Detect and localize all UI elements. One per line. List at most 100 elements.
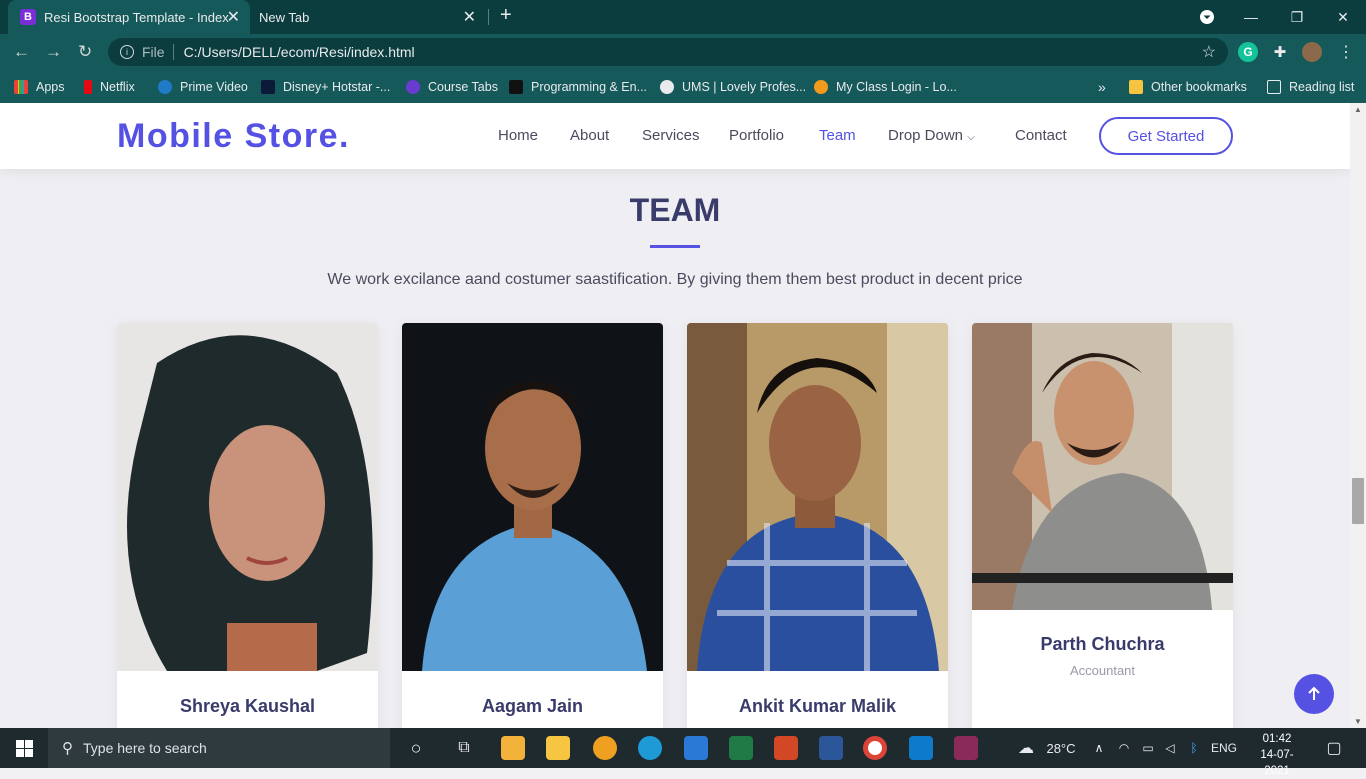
hotstar-icon xyxy=(261,79,275,94)
site-logo[interactable]: Mobile Store. xyxy=(117,117,350,156)
time-label: 01:42 xyxy=(1262,733,1292,745)
start-button[interactable] xyxy=(0,728,48,768)
back-arrow-icon[interactable]: ← xyxy=(13,42,30,62)
notifications-icon[interactable]: ▢ xyxy=(1318,728,1350,768)
reload-icon[interactable]: ↻ xyxy=(78,42,92,62)
close-window-button[interactable]: ✕ xyxy=(1320,0,1366,34)
temperature-label[interactable]: 28°C xyxy=(1044,728,1078,768)
tab-title: Resi Bootstrap Template - Index xyxy=(44,9,229,25)
chevron-down-icon: ⌵ xyxy=(967,132,975,143)
bookmark-apps[interactable]: Apps xyxy=(14,70,65,103)
mail-icon[interactable] xyxy=(684,736,708,760)
store-icon[interactable] xyxy=(501,736,525,760)
profile-avatar[interactable] xyxy=(1302,42,1322,62)
nav-portfolio[interactable]: Portfolio xyxy=(729,127,784,144)
nav-home[interactable]: Home xyxy=(498,127,538,144)
member-name: Shreya Kaushal xyxy=(179,696,316,716)
chrome-icon[interactable] xyxy=(863,736,887,760)
nav-about[interactable]: About xyxy=(570,127,609,144)
task-view-icon[interactable]: ⧉ xyxy=(446,728,482,768)
word-icon[interactable] xyxy=(819,736,843,760)
restore-button[interactable]: ❐ xyxy=(1274,0,1320,34)
prime-video-icon xyxy=(158,79,172,94)
team-card: Ankit Kumar Malik xyxy=(687,323,948,728)
bookmark-my-class[interactable]: My Class Login - Lo... xyxy=(814,70,957,103)
nav-services[interactable]: Services xyxy=(642,127,700,144)
bookmark-ums[interactable]: UMS | Lovely Profes... xyxy=(660,70,806,103)
page-scrollbar[interactable]: ▲ ▼ xyxy=(1350,103,1366,728)
team-member-photo xyxy=(687,323,948,671)
scrollbar-thumb[interactable] xyxy=(1352,478,1364,524)
tab-resi[interactable]: B Resi Bootstrap Template - Index ✕ xyxy=(8,0,250,34)
scroll-down-arrow-icon[interactable]: ▼ xyxy=(1354,717,1362,726)
volume-icon[interactable]: ◁ xyxy=(1160,728,1180,768)
show-hidden-icons-chevron-icon[interactable]: ∧ xyxy=(1088,728,1110,768)
windows-taskbar: ⚲ Type here to search ○ ⧉ ☁ 28°C ∧ ◠ ▭ ◁… xyxy=(0,728,1366,777)
clock[interactable]: 01:42 14-07-2021 xyxy=(1248,731,1306,779)
language-indicator[interactable]: ENG xyxy=(1208,728,1240,768)
nav-drop-down[interactable]: Drop Down ⌵ xyxy=(888,127,975,144)
taskbar-search[interactable]: ⚲ Type here to search xyxy=(48,728,390,768)
back-to-top-button[interactable] xyxy=(1294,674,1334,714)
bookmark-netflix[interactable]: Netflix xyxy=(84,70,135,103)
weather-cloud-icon[interactable]: ☁ xyxy=(1012,728,1040,768)
url-text[interactable]: C:/Users/DELL/ecom/Resi/index.html xyxy=(184,44,415,60)
tab-search-button[interactable] xyxy=(1184,0,1230,34)
vscode-icon[interactable] xyxy=(909,736,933,760)
minimize-button[interactable]: — xyxy=(1228,0,1274,34)
more-bookmarks-button[interactable]: » xyxy=(1098,70,1106,103)
battery-icon[interactable]: ▭ xyxy=(1138,728,1158,768)
grammarly-extension-icon[interactable]: G xyxy=(1238,42,1258,62)
search-icon: ⚲ xyxy=(62,740,73,757)
url-scheme-label: File xyxy=(142,44,165,60)
scroll-up-arrow-icon[interactable]: ▲ xyxy=(1354,105,1362,114)
bookmark-hotstar[interactable]: Disney+ Hotstar -... xyxy=(261,70,390,103)
get-started-button[interactable]: Get Started xyxy=(1099,117,1233,155)
close-tab-icon[interactable]: ✕ xyxy=(463,7,476,27)
tab-new[interactable]: New Tab ✕ xyxy=(252,0,488,34)
nav-team[interactable]: Team xyxy=(819,127,856,144)
bookmark-prime-video[interactable]: Prime Video xyxy=(158,70,248,103)
address-bar[interactable]: i File C:/Users/DELL/ecom/Resi/index.htm… xyxy=(108,38,1228,66)
bookmark-star-icon[interactable]: ☆ xyxy=(1202,42,1216,62)
programming-icon xyxy=(509,79,523,94)
cortana-icon[interactable]: ○ xyxy=(398,728,434,768)
webpage-viewport: Mobile Store. Home About Services Portfo… xyxy=(0,103,1350,728)
winrar-icon[interactable] xyxy=(954,736,978,760)
team-card: Shreya Kaushal xyxy=(117,323,378,728)
nav-contact[interactable]: Contact xyxy=(1015,127,1067,144)
team-member-photo xyxy=(402,323,663,671)
browser-app-icon[interactable] xyxy=(593,736,617,760)
team-card: Aagam Jain xyxy=(402,323,663,728)
course-tabs-icon xyxy=(406,79,420,94)
tab-separator xyxy=(488,9,489,25)
edge-icon[interactable] xyxy=(638,736,662,760)
wifi-icon[interactable]: ◠ xyxy=(1114,728,1134,768)
menu-kebab-icon[interactable]: ⋮ xyxy=(1336,42,1356,62)
powerpoint-icon[interactable] xyxy=(774,736,798,760)
file-explorer-icon[interactable] xyxy=(546,736,570,760)
arrow-up-icon xyxy=(1308,686,1320,700)
bluetooth-icon[interactable]: ᛒ xyxy=(1184,728,1204,768)
chevron-down-circle-icon xyxy=(1200,10,1214,24)
section-title: TEAM xyxy=(629,192,721,228)
new-tab-button[interactable]: + xyxy=(500,4,512,27)
close-tab-icon[interactable]: ✕ xyxy=(227,7,240,27)
bookmark-programming[interactable]: Programming & En... xyxy=(509,70,647,103)
other-bookmarks-folder[interactable]: Other bookmarks xyxy=(1129,70,1247,103)
extensions-puzzle-icon[interactable]: ✚ xyxy=(1270,42,1290,62)
site-header: Mobile Store. Home About Services Portfo… xyxy=(0,103,1350,169)
browser-tab-strip: B Resi Bootstrap Template - Index ✕ New … xyxy=(0,0,1366,34)
member-name: Aagam Jain xyxy=(481,696,584,716)
excel-icon[interactable] xyxy=(729,736,753,760)
date-label: 14-07-2021 xyxy=(1260,749,1294,777)
reading-list-button[interactable]: Reading list xyxy=(1267,70,1354,103)
member-role: Accountant xyxy=(1069,663,1136,678)
info-icon[interactable]: i xyxy=(120,45,134,59)
divider xyxy=(172,44,174,60)
netflix-icon xyxy=(84,79,92,94)
forward-arrow-icon[interactable]: → xyxy=(45,42,62,62)
bookmarks-bar: Apps Netflix Prime Video Disney+ Hotstar… xyxy=(0,70,1366,103)
tab-title: New Tab xyxy=(259,9,310,25)
bookmark-course-tabs[interactable]: Course Tabs xyxy=(406,70,498,103)
